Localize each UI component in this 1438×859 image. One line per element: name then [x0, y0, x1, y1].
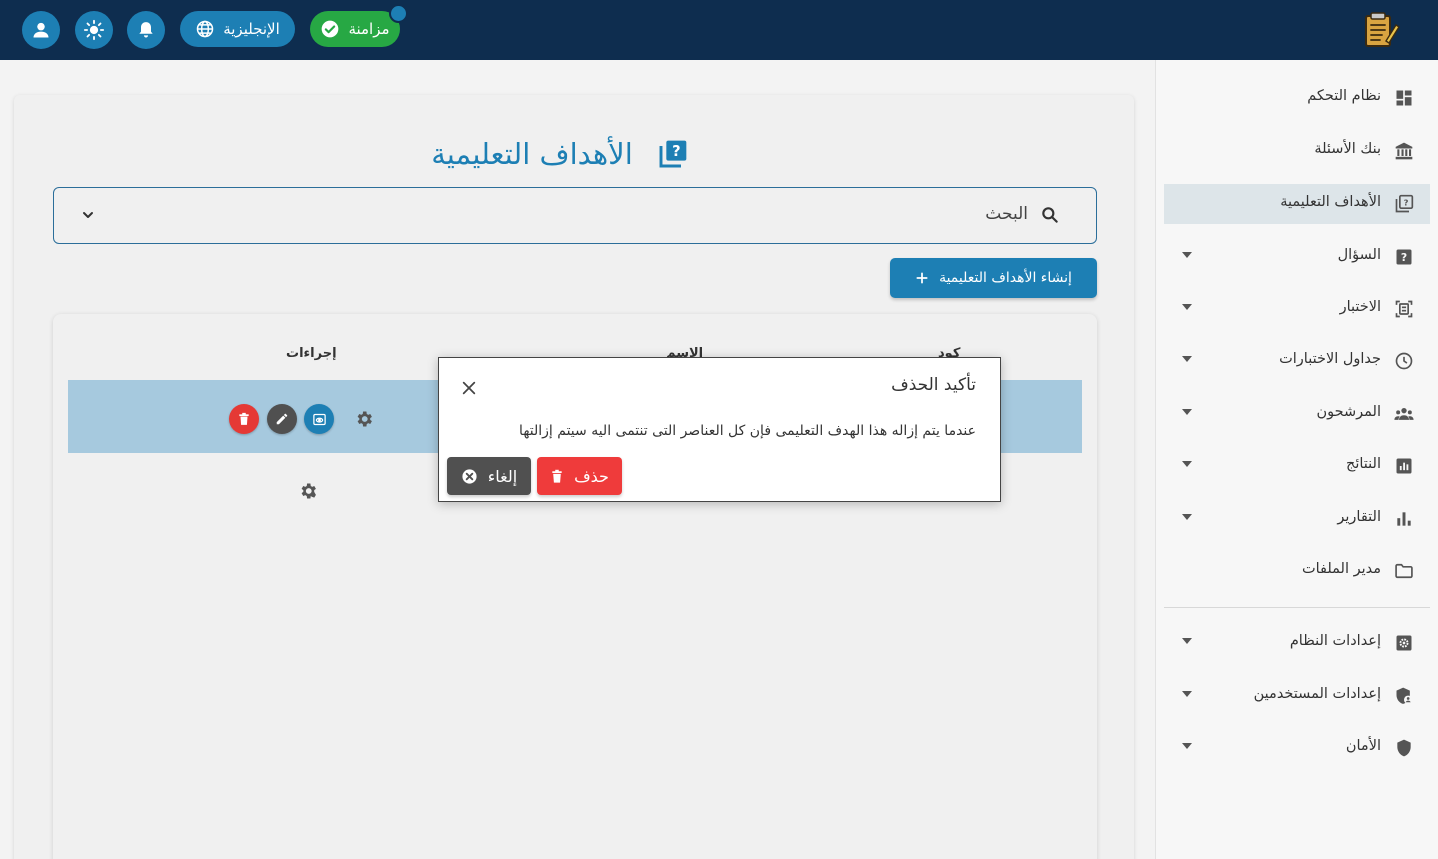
- cancel-button-label: إلغاء: [487, 466, 518, 486]
- dialog-message: عندما يتم إزاله هذا الهدف التعليمى فإن ك…: [519, 423, 976, 439]
- sidebar: نظام التحكم بنك الأسئلة ? الأهداف التعلي…: [1155, 60, 1438, 859]
- globe-icon: [196, 20, 214, 38]
- sidebar-item-label: النتائج: [1345, 456, 1381, 472]
- gear-icon[interactable]: [298, 481, 318, 501]
- bar-chart-icon: [1397, 512, 1411, 526]
- sidebar-item-label: المرشحون: [1316, 404, 1381, 420]
- exam-icon: [1395, 300, 1413, 318]
- close-circle-icon: [462, 468, 477, 484]
- chevron-down-icon[interactable]: [1182, 461, 1192, 467]
- sidebar-item-question[interactable]: ? السؤال: [1164, 237, 1430, 277]
- app-logo: [1365, 12, 1400, 47]
- chevron-down-icon[interactable]: [1182, 356, 1192, 362]
- chevron-down-icon[interactable]: [1182, 514, 1192, 520]
- sidebar-item-label: السؤال: [1337, 247, 1381, 263]
- confirm-delete-button[interactable]: حذف: [537, 457, 622, 495]
- sidebar-item-label: نظام التحكم: [1307, 88, 1381, 104]
- search-filter[interactable]: البحث: [53, 187, 1097, 244]
- sidebar-item-candidates[interactable]: المرشحون: [1164, 394, 1430, 434]
- pencil-icon: [276, 413, 288, 425]
- user-profile-button[interactable]: [22, 11, 60, 49]
- check-circle-icon: [322, 20, 339, 38]
- chevron-down-icon[interactable]: [1182, 409, 1192, 415]
- trash-icon: [239, 412, 249, 425]
- language-button[interactable]: الإنجليزية: [180, 11, 295, 47]
- results-icon: [1396, 458, 1412, 474]
- create-button-label: إنشاء الأهداف التعليمية: [939, 270, 1072, 286]
- sidebar-item-label: الأمان: [1345, 738, 1381, 754]
- sidebar-item-label: إعدادات النظام: [1289, 633, 1381, 649]
- plus-icon: [916, 272, 928, 284]
- sidebar-item-exam-schedules[interactable]: جداول الاختبارات: [1164, 341, 1430, 381]
- sidebar-item-label: جداول الاختبارات: [1279, 351, 1381, 367]
- close-icon[interactable]: [461, 380, 477, 396]
- sidebar-item-label: التقارير: [1337, 509, 1381, 525]
- sidebar-item-user-settings[interactable]: إعدادات المستخدمين: [1164, 676, 1430, 716]
- sidebar-item-question-bank[interactable]: بنك الأسئلة: [1164, 131, 1430, 171]
- sidebar-item-label: بنك الأسئلة: [1314, 141, 1381, 157]
- sidebar-item-exam[interactable]: الاختبار: [1164, 289, 1430, 329]
- delete-row-button[interactable]: [229, 404, 259, 434]
- cancel-button[interactable]: إلغاء: [447, 457, 531, 495]
- user-icon: [33, 22, 49, 38]
- svg-text:?: ?: [1404, 197, 1409, 207]
- settings-icon: [1396, 635, 1412, 651]
- svg-text:?: ?: [1401, 251, 1407, 264]
- sidebar-item-system-settings[interactable]: إعدادات النظام: [1164, 623, 1430, 663]
- sync-status-dot: [389, 4, 408, 23]
- sidebar-item-label: مدير الملفات: [1301, 561, 1381, 577]
- sidebar-item-security[interactable]: الأمان: [1164, 728, 1430, 768]
- sidebar-item-dashboard[interactable]: نظام التحكم: [1164, 78, 1430, 118]
- chevron-down-icon[interactable]: [1182, 691, 1192, 697]
- page-title: الأهداف التعليمية: [431, 137, 633, 171]
- chevron-down-icon[interactable]: [1182, 252, 1192, 258]
- view-row-button[interactable]: [304, 404, 334, 434]
- sidebar-item-learning-objectives[interactable]: ? الأهداف التعليمية: [1164, 184, 1430, 224]
- sidebar-item-file-manager[interactable]: مدير الملفات: [1164, 551, 1430, 591]
- sun-icon: [83, 19, 105, 41]
- create-learning-objective-button[interactable]: إنشاء الأهداف التعليمية: [890, 258, 1097, 298]
- quiz-book-icon: ?: [659, 140, 687, 168]
- search-label: البحث: [985, 204, 1028, 224]
- preview-icon: [312, 413, 326, 425]
- chevron-down-icon[interactable]: [1182, 638, 1192, 644]
- confirm-delete-dialog: تأكيد الحذف عندما يتم إزاله هذا الهدف ال…: [438, 357, 1001, 502]
- gear-icon[interactable]: [354, 409, 374, 429]
- sidebar-item-label: الاختبار: [1339, 299, 1381, 315]
- sync-button[interactable]: مزامنة: [310, 11, 400, 47]
- question-icon: ?: [1396, 249, 1412, 265]
- chevron-down-icon[interactable]: [1182, 304, 1192, 310]
- edit-row-button[interactable]: [267, 404, 297, 434]
- svg-text:?: ?: [672, 143, 681, 160]
- sidebar-item-results[interactable]: النتائج: [1164, 446, 1430, 486]
- chevron-down-icon[interactable]: [1182, 743, 1192, 749]
- theme-toggle-button[interactable]: [75, 11, 113, 49]
- sidebar-item-label: إعدادات المستخدمين: [1253, 686, 1381, 702]
- sidebar-divider: [1164, 607, 1430, 608]
- delete-button-label: حذف: [574, 466, 609, 486]
- sidebar-item-reports[interactable]: التقارير: [1164, 499, 1430, 539]
- column-header-actions: إجراءات: [286, 346, 337, 361]
- sync-label: مزامنة: [348, 20, 390, 38]
- top-bar: الإنجليزية مزامنة: [0, 0, 1438, 60]
- clock-icon: [1395, 352, 1413, 370]
- quiz-book-icon: ?: [1395, 194, 1414, 213]
- language-label: الإنجليزية: [223, 20, 280, 38]
- folder-icon: [1395, 563, 1413, 579]
- sidebar-item-label: الأهداف التعليمية: [1280, 194, 1381, 210]
- user-security-icon: [1396, 687, 1413, 704]
- search-icon: [1042, 207, 1058, 223]
- chevron-down-icon[interactable]: [80, 207, 96, 223]
- trash-icon: [552, 469, 562, 483]
- shield-icon: [1397, 739, 1411, 757]
- dialog-title: تأكيد الحذف: [891, 375, 976, 395]
- bank-icon: [1395, 142, 1413, 160]
- bell-icon: [139, 22, 153, 38]
- people-icon: [1394, 408, 1414, 420]
- page-header: ? الأهداف التعليمية: [400, 132, 720, 176]
- notifications-button[interactable]: [127, 11, 165, 49]
- dashboard-icon: [1396, 90, 1412, 106]
